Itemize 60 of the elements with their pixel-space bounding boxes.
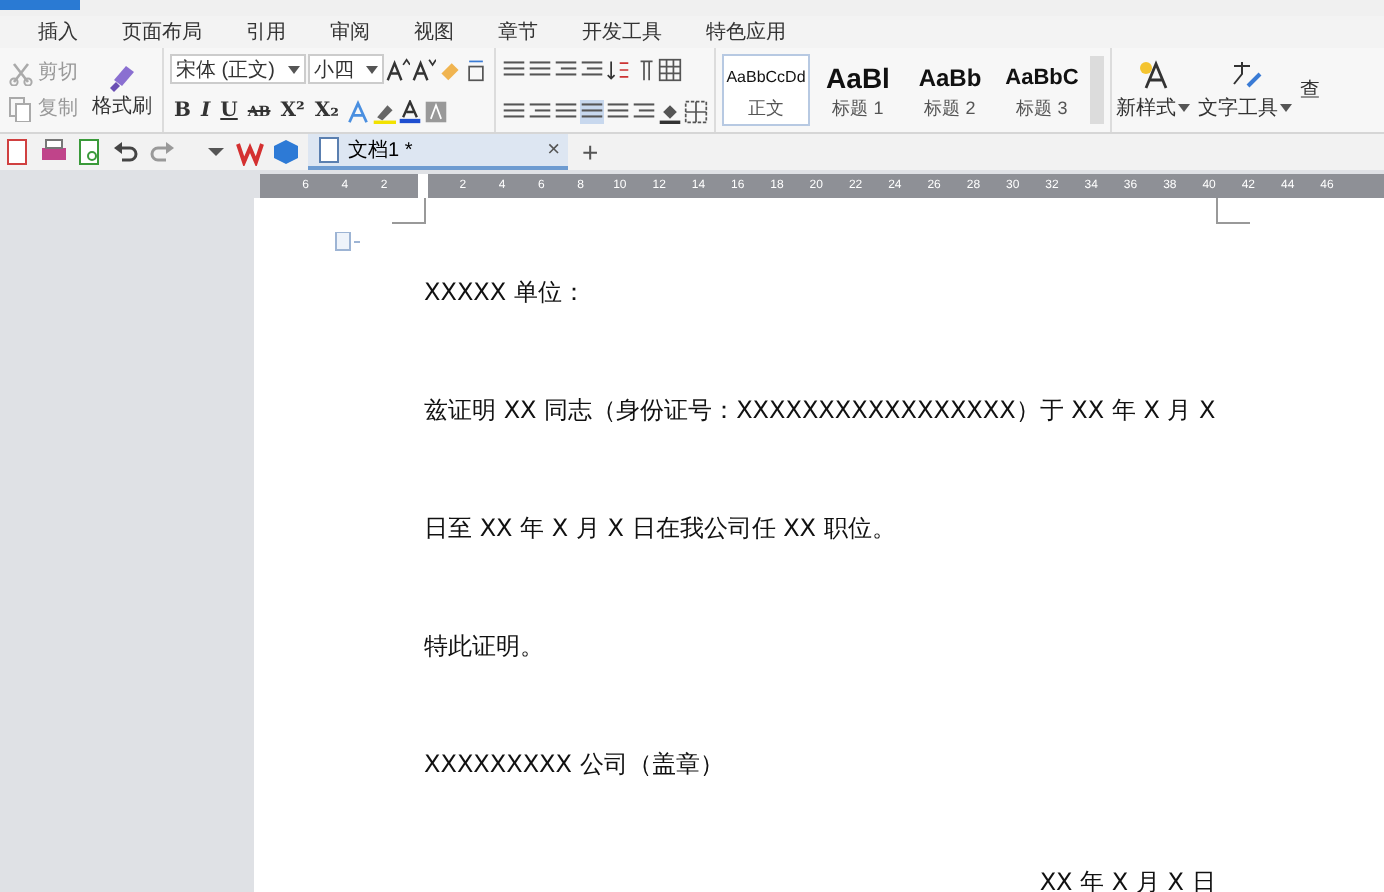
menu-tab[interactable]: 开发工具 — [560, 18, 684, 46]
brush-icon[interactable] — [106, 60, 138, 92]
menu-tab[interactable]: 引用 — [224, 18, 308, 46]
caret-icon — [1280, 104, 1292, 112]
new-style-icon[interactable] — [1135, 58, 1171, 94]
style-preset[interactable]: AaBbCcDd 正文 — [722, 54, 810, 126]
style-preset[interactable]: AaBbC 标题 3 — [998, 54, 1086, 126]
undo-icon[interactable] — [112, 138, 140, 166]
format-button[interactable]: B — [170, 100, 195, 122]
format-painter-button[interactable]: 格式刷 — [88, 60, 156, 120]
indent-marker[interactable] — [418, 174, 429, 198]
caret-icon — [366, 65, 378, 73]
menu-tab[interactable]: 插入 — [16, 18, 100, 46]
paragraph-text: 兹证明 XX 同志（身份证号：XXXXXXXXXXXXXXXXX）于 XX 年 X 月 X — [424, 394, 1216, 428]
format-button[interactable]: U — [216, 100, 242, 122]
new-style-button[interactable]: 新样式 — [1112, 48, 1194, 132]
menu-tab[interactable]: 审阅 — [308, 18, 392, 46]
preview-icon[interactable] — [76, 138, 104, 166]
style-preset[interactable]: AaBl 标题 1 — [814, 54, 902, 126]
cube-icon[interactable] — [272, 138, 300, 166]
new-doc-icon[interactable] — [4, 138, 32, 166]
align-center-icon[interactable] — [528, 99, 552, 123]
document-icon[interactable] — [316, 136, 340, 164]
align-left-icon[interactable] — [502, 99, 526, 123]
caret-icon — [288, 65, 300, 73]
w-logo-icon[interactable] — [236, 138, 264, 166]
font-name-dropdown[interactable]: 宋体 (正文) — [170, 54, 306, 84]
highlighter-icon[interactable] — [371, 99, 396, 123]
format-button[interactable]: X₂ — [310, 100, 344, 122]
grow-font-icon[interactable] — [386, 57, 410, 81]
format-button[interactable]: X² — [276, 100, 309, 122]
gallery-scrollbar[interactable] — [1090, 56, 1104, 124]
text-effect-icon[interactable] — [345, 99, 370, 123]
increase-indent-icon[interactable] — [580, 57, 604, 81]
menu-tab[interactable]: 视图 — [392, 18, 476, 46]
menu-tab[interactable]: 页面布局 — [100, 18, 224, 46]
font-size-dropdown[interactable]: 小四 — [308, 54, 384, 84]
decrease-indent-icon[interactable] — [554, 57, 578, 81]
sort-icon[interactable] — [606, 57, 630, 81]
paragraph-text: 日至 XX 年 X 月 X 日在我公司任 XX 职位。 — [424, 512, 898, 546]
document-tab[interactable]: 文档1 * × — [308, 134, 568, 170]
justify-icon[interactable] — [580, 99, 604, 123]
table-icon[interactable] — [658, 57, 682, 81]
close-icon[interactable]: × — [547, 138, 560, 162]
format-button[interactable]: I — [196, 100, 215, 122]
border-icon[interactable] — [684, 99, 708, 123]
paragraph-text: XXXXX 单位： — [424, 276, 588, 310]
font-color-icon[interactable] — [397, 99, 422, 123]
text-tools-button[interactable]: 文字工具 — [1194, 48, 1296, 132]
ribbon-button[interactable]: 查 — [1296, 48, 1324, 132]
new-tab-button[interactable]: + — [576, 136, 605, 168]
caret-icon — [1178, 104, 1190, 112]
style-preset[interactable]: AaBb 标题 2 — [906, 54, 994, 126]
menu-tab[interactable]: 特色应用 — [684, 18, 808, 46]
print-icon[interactable] — [40, 138, 68, 166]
paragraph-text: 特此证明。 — [424, 630, 546, 664]
shrink-font-icon[interactable] — [412, 57, 436, 81]
paragraph-text: XXXXXXXXX 公司（盖章） — [424, 748, 726, 782]
align-right-icon[interactable] — [554, 99, 578, 123]
menu-tab[interactable]: 章节 — [476, 18, 560, 46]
